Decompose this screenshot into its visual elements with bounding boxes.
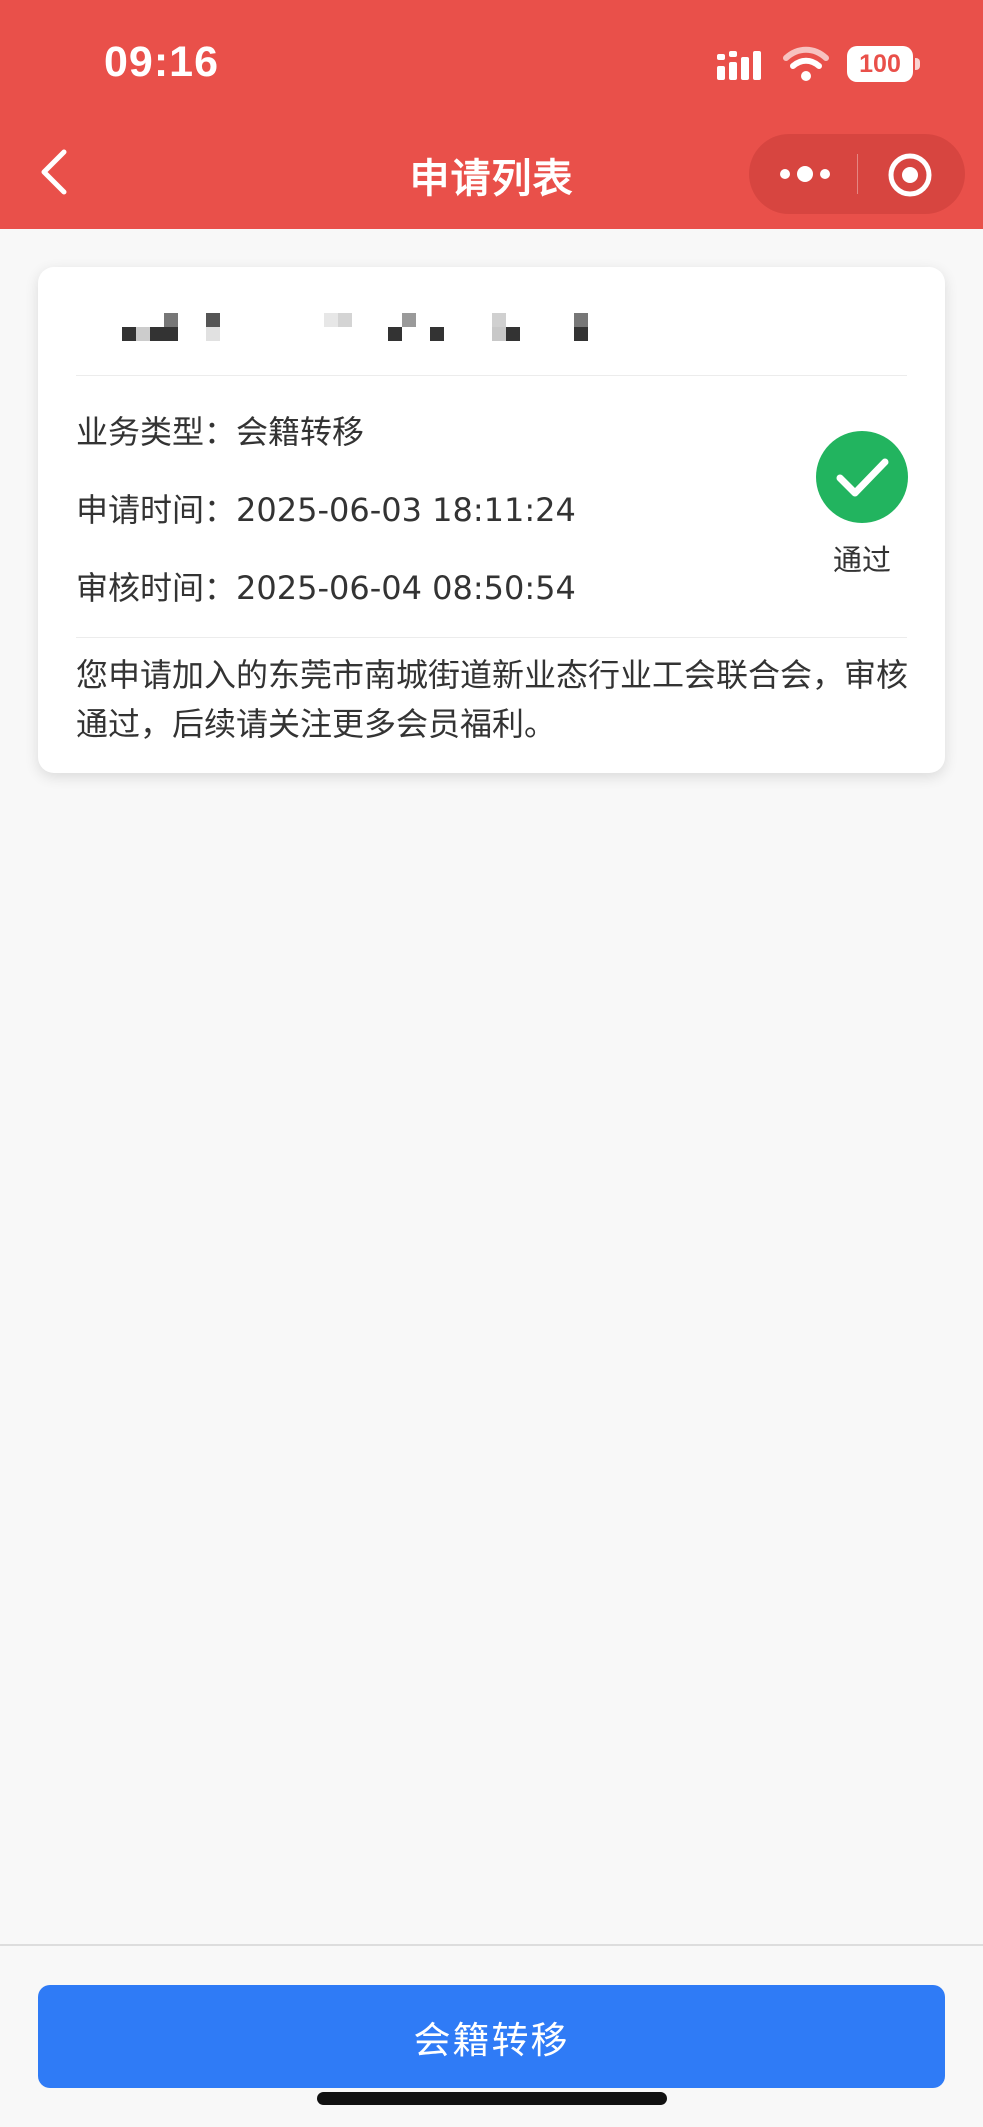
mosaic-block	[324, 313, 338, 327]
wifi-icon	[783, 46, 829, 81]
bottom-divider	[0, 1944, 983, 1946]
application-card[interactable]: 业务类型：会籍转移 申请时间：2025-06-03 18:11:24 审核时间：…	[38, 267, 945, 773]
review-time-row: 审核时间：2025-06-04 08:50:54	[76, 563, 576, 609]
mosaic-block	[430, 327, 444, 341]
mini-program-capsule	[749, 134, 965, 214]
mosaic-block	[150, 327, 164, 341]
status-text: 通过	[832, 543, 891, 577]
battery-level: 100	[847, 46, 913, 82]
battery-cap	[915, 58, 920, 70]
mosaic-block	[122, 327, 136, 341]
status-icons: 100	[717, 44, 922, 86]
mosaic-block	[136, 327, 150, 341]
mosaic-block	[574, 313, 588, 327]
card-divider-top	[76, 375, 907, 376]
mosaic-block	[164, 313, 178, 327]
battery-icon: 100	[847, 46, 923, 84]
business-type-value: 会籍转移	[236, 413, 365, 451]
mosaic-block	[164, 327, 178, 341]
check-circle-icon	[816, 431, 908, 523]
apply-time-label: 申请时间：	[76, 491, 237, 529]
mosaic-block	[338, 313, 352, 327]
review-time-label: 审核时间：	[76, 569, 237, 607]
membership-transfer-button[interactable]: 会籍转移	[38, 1985, 945, 2088]
target-icon[interactable]	[887, 152, 933, 198]
top-header: 09:16 100 申请列表	[0, 0, 983, 229]
capsule-divider	[857, 154, 858, 194]
mosaic-block	[402, 313, 416, 327]
mosaic-block	[206, 313, 220, 327]
review-time-value: 2025-06-04 08:50:54	[236, 569, 576, 607]
mosaic-block	[574, 327, 588, 341]
mosaic-block	[206, 327, 220, 341]
approval-message: 您申请加入的东莞市南城街道新业态行业工会联合会，审核通过，后续请关注更多会员福利…	[76, 656, 909, 743]
application-list-screen: 09:16 100 申请列表 业务类型：会籍转移 申请时间：2025-06-03…	[0, 0, 983, 2127]
signal-icon	[717, 51, 761, 80]
mosaic-block	[492, 327, 506, 341]
org-name-redacted	[78, 303, 598, 349]
apply-time-value: 2025-06-03 18:11:24	[236, 491, 576, 529]
mosaic-block	[388, 327, 402, 341]
mosaic-block	[492, 313, 506, 327]
business-type-row: 业务类型：会籍转移	[76, 407, 364, 453]
status-time: 09:16	[104, 38, 219, 86]
more-dots-icon[interactable]	[777, 156, 833, 192]
home-indicator	[317, 2092, 667, 2105]
apply-time-row: 申请时间：2025-06-03 18:11:24	[76, 485, 576, 531]
business-type-label: 业务类型：	[76, 413, 237, 451]
mosaic-block	[506, 327, 520, 341]
card-divider-bottom	[76, 637, 907, 638]
status-badge: 通过	[816, 431, 908, 579]
